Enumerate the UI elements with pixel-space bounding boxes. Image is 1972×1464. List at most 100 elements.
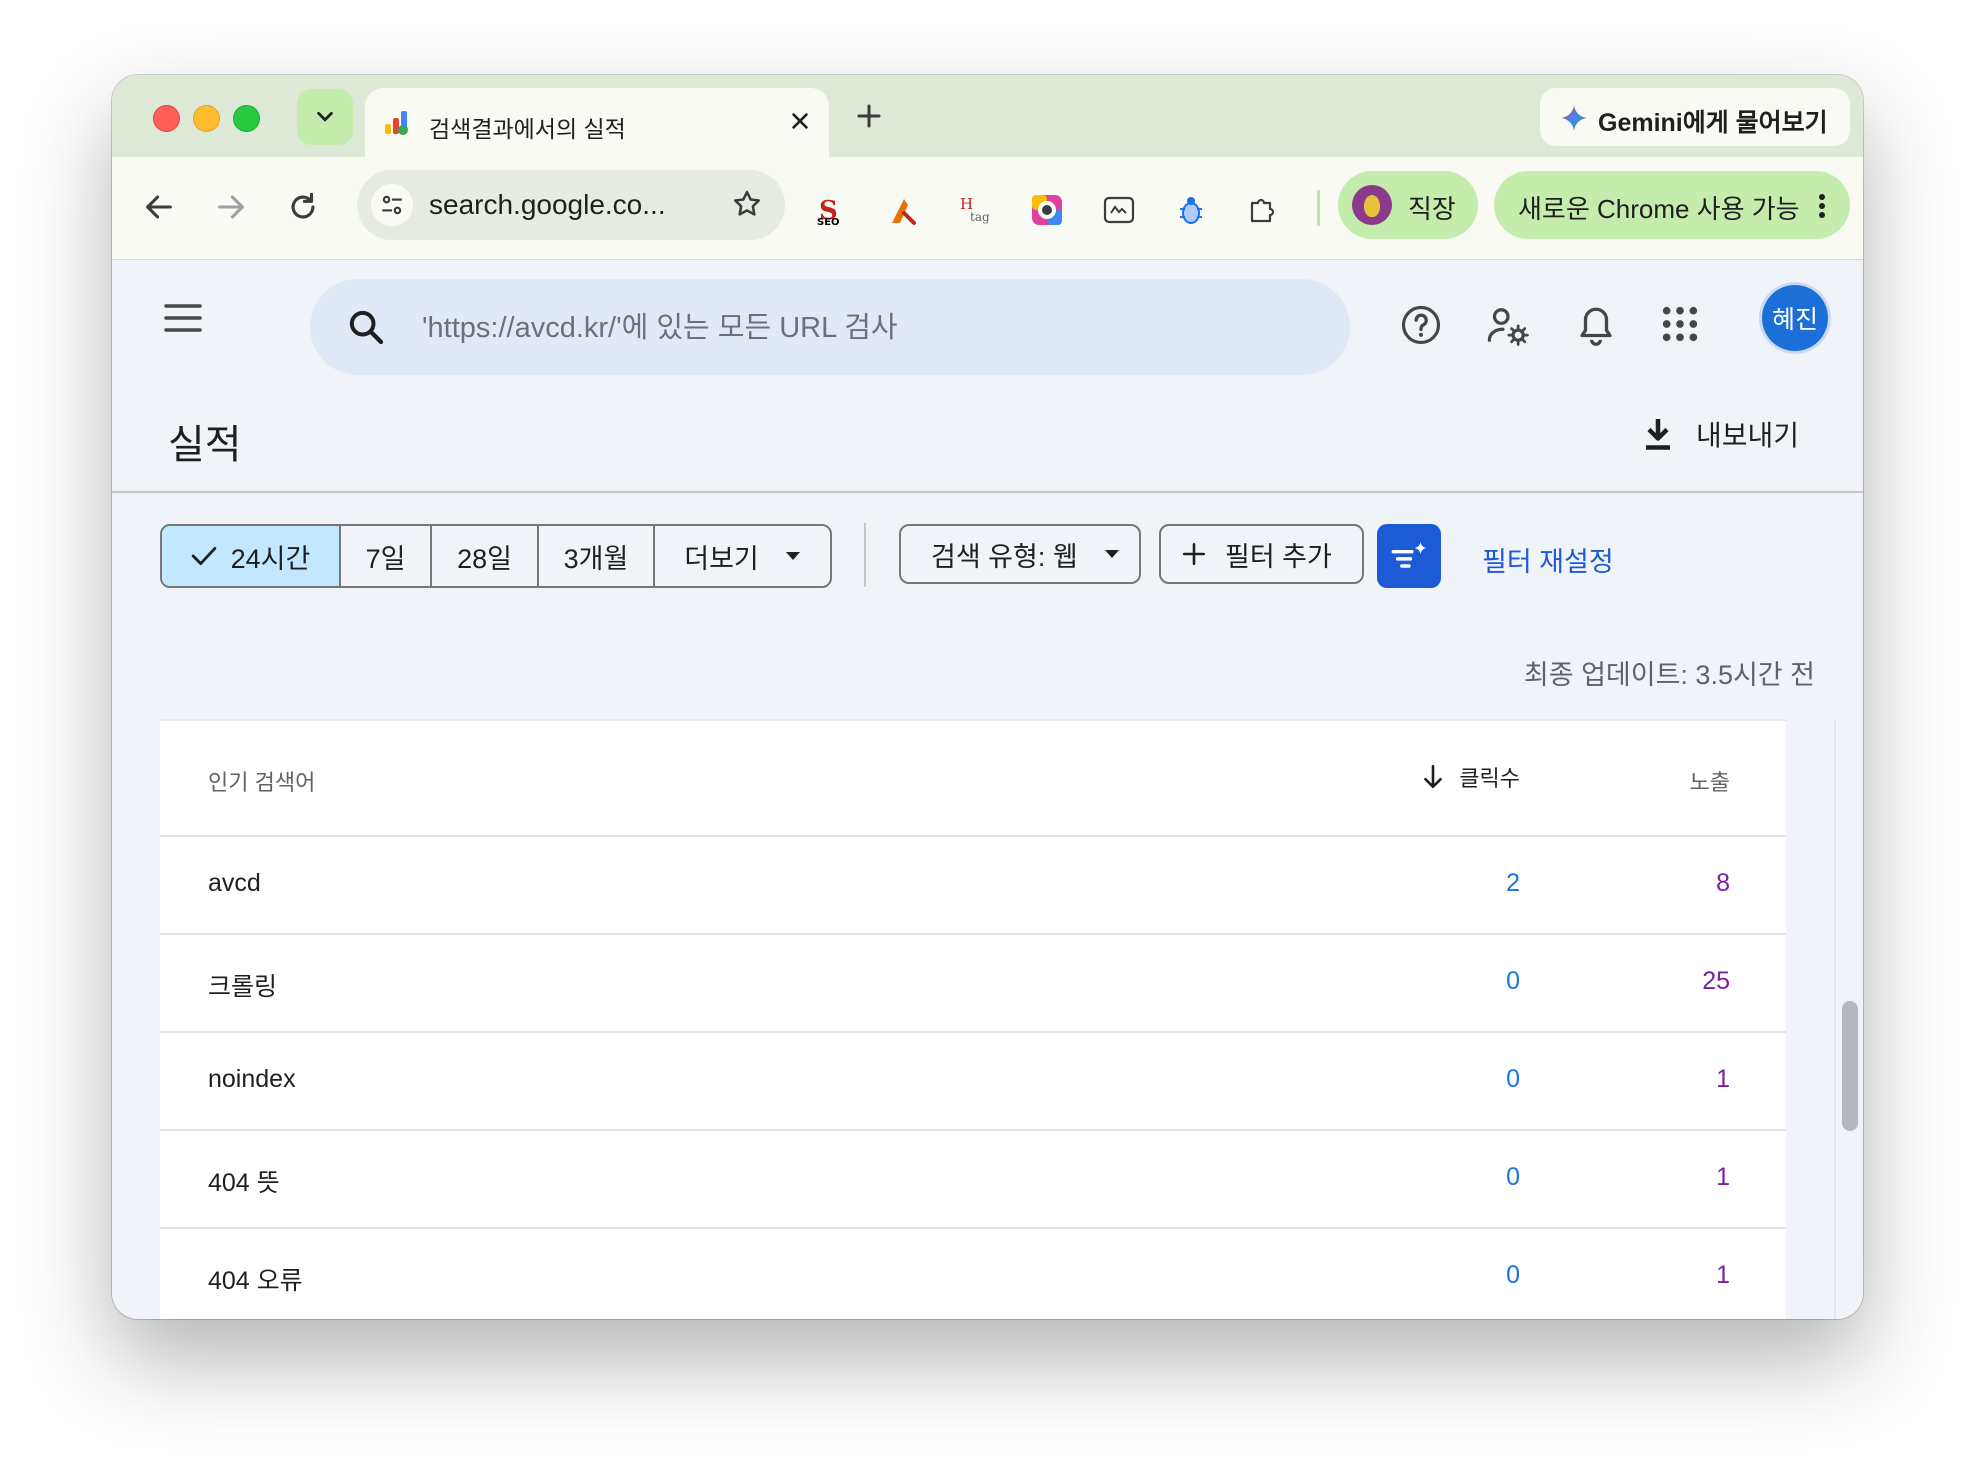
filter-sparkle-icon xyxy=(1391,541,1427,568)
clicks-cell: 0 xyxy=(1506,1261,1520,1289)
url-inspect-input[interactable] xyxy=(420,305,1304,351)
browser-window: 검색결과에서의 실적 Gemini에게 물어보기 search.google.c… xyxy=(112,75,1863,1319)
date-range-selector: 24시간 7일 28일 3개월 더보기 xyxy=(160,524,832,588)
clicks-cell: 0 xyxy=(1506,967,1520,995)
back-arrow-icon[interactable] xyxy=(142,190,176,224)
dropdown-arrow-icon xyxy=(1104,550,1119,558)
export-button[interactable]: 내보내기 xyxy=(1642,414,1799,454)
check-icon xyxy=(191,547,216,565)
close-window-button[interactable] xyxy=(153,105,180,132)
toolbar-divider xyxy=(1317,190,1320,226)
range-3m-label: 3개월 xyxy=(563,543,629,574)
reload-icon[interactable] xyxy=(286,190,320,224)
query-cell: avcd xyxy=(208,869,261,897)
search-type-dropdown[interactable]: 검색 유형: 웹 xyxy=(899,524,1141,584)
range-7d-label: 7일 xyxy=(365,543,406,574)
search-icon xyxy=(349,310,384,345)
forward-arrow-icon[interactable] xyxy=(214,190,248,224)
range-7d-button[interactable]: 7일 xyxy=(341,526,432,586)
profile-avatar xyxy=(1352,185,1392,225)
impressions-cell: 8 xyxy=(1716,869,1730,897)
seo-extension-icon[interactable]: SSEO xyxy=(814,193,848,227)
site-info-button[interactable] xyxy=(371,184,413,226)
range-28d-label: 28일 xyxy=(457,543,512,574)
htag-extension-icon[interactable]: Htag xyxy=(958,193,992,227)
range-24h-button[interactable]: 24시간 xyxy=(162,526,341,586)
add-filter-button[interactable]: 필터 추가 xyxy=(1159,524,1364,584)
column-header-query[interactable]: 인기 검색어 xyxy=(208,765,315,797)
table-row[interactable]: 404 뜻 0 1 xyxy=(160,1131,1786,1229)
svg-text:SEO: SEO xyxy=(817,217,840,227)
query-cell: 크롤링 xyxy=(208,973,278,1001)
puzzle-icon[interactable] xyxy=(1246,193,1280,227)
search-console-favicon-icon xyxy=(385,111,408,135)
table-row[interactable]: noindex 0 1 xyxy=(160,1033,1786,1131)
screenshot-extension-icon[interactable] xyxy=(1102,193,1136,227)
profile-button[interactable]: 직장 xyxy=(1338,171,1478,239)
download-icon xyxy=(1645,419,1670,450)
column-header-clicks-label: 클릭수 xyxy=(1459,766,1520,791)
clicks-cell: 0 xyxy=(1506,1065,1520,1093)
page-title: 실적 xyxy=(168,423,242,467)
last-update-text: 최종 업데이트: 3.5시간 전 xyxy=(1523,660,1815,690)
page-header: 실적 내보내기 xyxy=(112,384,1863,493)
impressions-cell: 1 xyxy=(1716,1065,1730,1093)
maximize-window-button[interactable] xyxy=(233,105,260,132)
queries-table: 인기 검색어 클릭수 노출 avcd 2 8 크롤링 0 25 noindex … xyxy=(160,719,1786,1319)
query-cell: noindex xyxy=(208,1065,296,1093)
apps-grid-icon[interactable] xyxy=(1660,304,1700,344)
tab-strip: 검색결과에서의 실적 Gemini에게 물어보기 xyxy=(112,75,1863,157)
app-header: 혜진 xyxy=(112,260,1863,384)
chrome-update-button[interactable]: 새로운 Chrome 사용 가능 xyxy=(1494,171,1850,239)
user-avatar[interactable]: 혜진 xyxy=(1762,285,1828,351)
add-filter-label: 필터 추가 xyxy=(1225,541,1332,572)
manage-accounts-icon[interactable] xyxy=(1486,304,1530,346)
table-row[interactable]: 크롤링 0 25 xyxy=(160,935,1786,1033)
range-3m-button[interactable]: 3개월 xyxy=(539,526,655,586)
search-type-label: 검색 유형: 웹 xyxy=(931,541,1078,572)
profile-label: 직장 xyxy=(1408,194,1456,224)
dropdown-arrow-icon xyxy=(785,552,800,560)
add-icon xyxy=(1182,542,1206,566)
range-more-dropdown[interactable]: 더보기 xyxy=(655,526,830,586)
tab-title: 검색결과에서의 실적 xyxy=(429,116,626,142)
ask-gemini-button[interactable]: Gemini에게 물어보기 xyxy=(1540,88,1850,146)
new-tab-icon[interactable] xyxy=(854,101,884,131)
column-header-clicks[interactable]: 클릭수 xyxy=(1421,761,1520,793)
color-extension-icon[interactable] xyxy=(1030,193,1064,227)
bookmark-star-icon[interactable] xyxy=(731,188,763,220)
export-label: 내보내기 xyxy=(1695,420,1799,451)
update-label: 새로운 Chrome 사용 가능 xyxy=(1518,194,1800,224)
reset-filters-link[interactable]: 필터 재설정 xyxy=(1482,540,1614,579)
browser-toolbar: search.google.co... S SEO Htag 직장 새로운 Chr… xyxy=(112,157,1863,260)
tab-search-button[interactable] xyxy=(297,89,353,145)
tool-extension-icon[interactable] xyxy=(886,193,920,227)
table-row[interactable]: 404 오류 0 1 xyxy=(160,1229,1786,1319)
table-row[interactable]: avcd 2 8 xyxy=(160,837,1786,935)
help-icon[interactable] xyxy=(1400,304,1442,346)
gemini-sparkle-icon xyxy=(1561,105,1587,131)
column-header-impressions[interactable]: 노출 xyxy=(1690,765,1730,797)
clicks-cell: 2 xyxy=(1506,869,1520,897)
svg-text:tag: tag xyxy=(970,210,990,224)
range-24h-label: 24시간 xyxy=(230,543,311,574)
query-cell: 404 오류 xyxy=(208,1267,303,1295)
close-tab-icon[interactable] xyxy=(789,110,811,132)
url-inspect-search[interactable] xyxy=(310,279,1350,375)
address-bar[interactable]: search.google.co... xyxy=(357,170,785,240)
tune-icon xyxy=(382,195,402,215)
chevron-down-icon xyxy=(317,111,333,122)
notifications-bell-icon[interactable] xyxy=(1578,304,1614,346)
minimize-window-button[interactable] xyxy=(193,105,220,132)
sort-descending-arrow-icon xyxy=(1424,764,1443,789)
tab-active[interactable]: 검색결과에서의 실적 xyxy=(365,88,829,157)
scrollbar-thumb[interactable] xyxy=(1842,1001,1858,1131)
range-28d-button[interactable]: 28일 xyxy=(432,526,539,586)
query-cell: 404 뜻 xyxy=(208,1169,280,1197)
impressions-cell: 1 xyxy=(1716,1261,1730,1289)
menu-icon[interactable] xyxy=(164,301,202,335)
clicks-cell: 0 xyxy=(1506,1163,1520,1191)
bug-extension-icon[interactable] xyxy=(1174,193,1208,227)
impressions-cell: 1 xyxy=(1716,1163,1730,1191)
ai-filter-button[interactable] xyxy=(1377,524,1441,588)
